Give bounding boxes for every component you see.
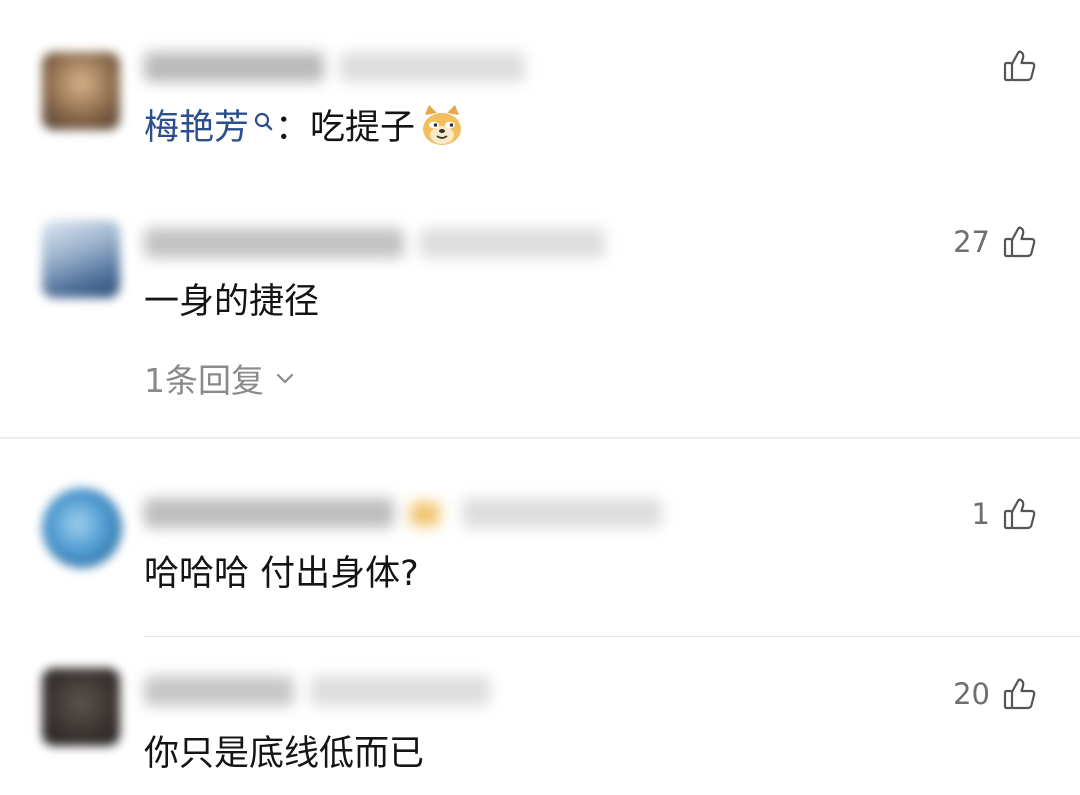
replies-toggle[interactable]: 1条回复: [144, 354, 296, 402]
replies-label: 1条回复: [144, 361, 264, 400]
like-count: 20: [953, 677, 990, 711]
like-button[interactable]: 27: [953, 224, 1038, 260]
comment-divider: [144, 636, 1080, 637]
avatar[interactable]: [42, 488, 122, 568]
search-icon: [253, 106, 275, 136]
avatar[interactable]: [42, 52, 120, 130]
badge-blurred: [410, 502, 440, 526]
username-blurred[interactable]: [144, 228, 404, 258]
doge-emoji: [423, 105, 462, 145]
comment-text: 你只是底线低而已: [144, 734, 425, 774]
chevron-down-icon: [276, 373, 294, 384]
comment-text: 梅艳芳 ：吃提子: [144, 105, 465, 150]
timestamp-blurred: [340, 52, 525, 82]
avatar[interactable]: [42, 220, 120, 298]
comment-text: 哈哈哈 付出身体?: [144, 554, 419, 594]
separator: ：: [275, 108, 311, 148]
timestamp-blurred: [462, 498, 662, 528]
like-button[interactable]: 20: [953, 676, 1038, 712]
mention-link[interactable]: 梅艳芳: [144, 108, 275, 148]
thumbs-up-icon: [1003, 50, 1036, 82]
thumbs-up-icon: [1003, 678, 1036, 710]
username-blurred[interactable]: [144, 676, 294, 706]
like-button[interactable]: 1: [972, 496, 1038, 532]
thumbs-up-icon: [1003, 498, 1036, 530]
like-count: 27: [953, 225, 990, 259]
section-divider: [0, 437, 1080, 439]
like-count: 1: [971, 497, 990, 531]
timestamp-blurred: [420, 228, 605, 258]
comment-text: 一身的捷径: [144, 282, 320, 322]
avatar[interactable]: [42, 668, 120, 746]
username-blurred[interactable]: [144, 52, 324, 82]
thumbs-up-icon: [1003, 226, 1036, 258]
timestamp-blurred: [310, 676, 490, 706]
comment-body: 吃提子: [310, 108, 416, 148]
username-blurred[interactable]: [144, 498, 394, 528]
like-button[interactable]: [990, 48, 1038, 84]
